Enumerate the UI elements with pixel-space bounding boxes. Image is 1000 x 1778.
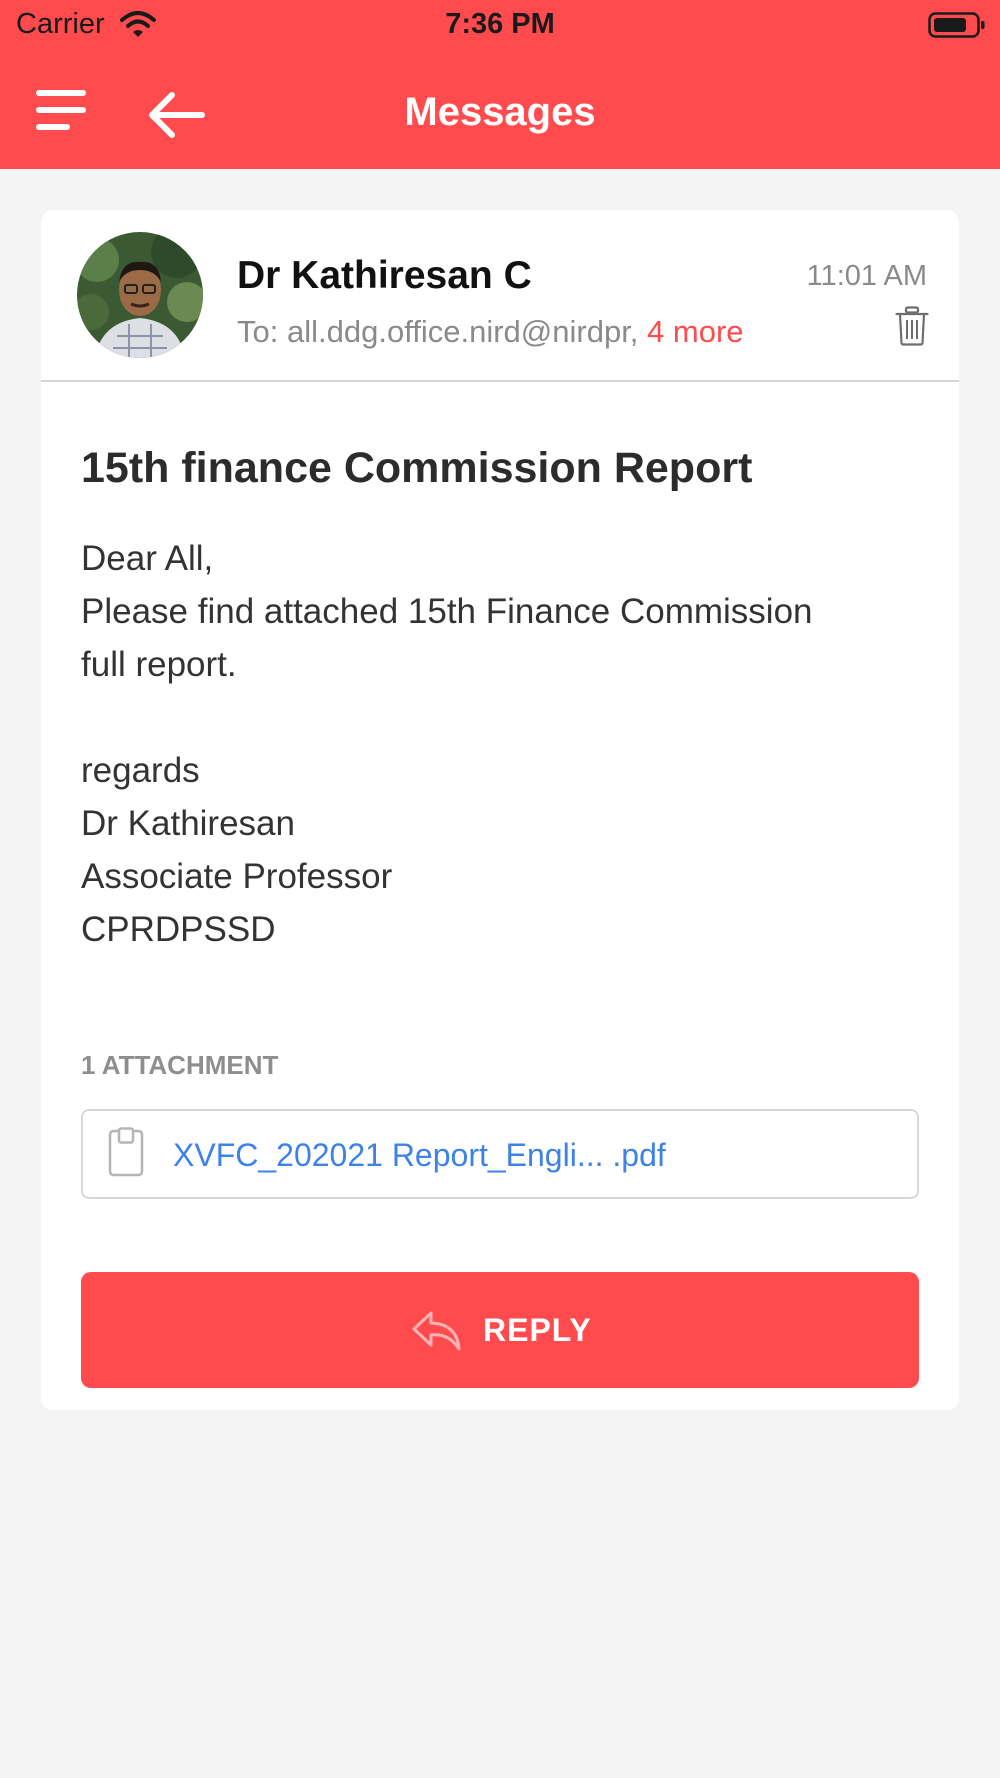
delete-button[interactable] bbox=[895, 306, 929, 346]
message-body: Dear All, Please find attached 15th Fina… bbox=[81, 532, 911, 956]
status-time: 7:36 PM bbox=[445, 8, 555, 40]
page-title: Messages bbox=[404, 90, 596, 134]
more-recipients-link[interactable]: 4 more bbox=[647, 314, 743, 349]
reply-button[interactable]: REPLY bbox=[81, 1272, 919, 1388]
body-line: Associate Professor bbox=[81, 857, 393, 896]
file-icon bbox=[108, 1127, 144, 1177]
battery-icon bbox=[928, 12, 985, 38]
reply-icon bbox=[412, 1311, 461, 1351]
body-line: full report. bbox=[81, 645, 237, 684]
attachment-name: XVFC_202021 Report_Engli... .pdf bbox=[173, 1137, 666, 1173]
body-line: Dear All, bbox=[81, 539, 214, 578]
body-line: Please find attached 15th Finance Commis… bbox=[81, 592, 813, 631]
message-time: 11:01 AM bbox=[806, 260, 927, 292]
reply-label: REPLY bbox=[483, 1312, 592, 1348]
message-subject: 15th finance Commission Report bbox=[81, 444, 753, 492]
sender-name: Dr Kathiresan C bbox=[237, 254, 532, 297]
to-address: all.ddg.office.nird@nirdpr, bbox=[286, 314, 639, 349]
body-line: CPRDPSSD bbox=[81, 910, 276, 949]
body-line: Dr Kathiresan bbox=[81, 804, 295, 843]
to-label: To: bbox=[237, 314, 279, 349]
trash-icon bbox=[895, 306, 929, 346]
app-header: Carrier 7:36 PM Messages bbox=[0, 0, 1000, 169]
attachment-item[interactable]: XVFC_202021 Report_Engli... .pdf bbox=[81, 1109, 919, 1199]
body-line: regards bbox=[81, 751, 200, 790]
status-bar: Carrier 7:36 PM bbox=[0, 0, 1000, 50]
sender-avatar bbox=[77, 232, 203, 358]
message-card: Dr Kathiresan C To: all.ddg.office.nird@… bbox=[41, 210, 959, 1410]
header-divider bbox=[41, 380, 959, 382]
attachments-label: 1 ATTACHMENT bbox=[81, 1050, 279, 1080]
avatar-image bbox=[77, 232, 203, 358]
recipients-line: To: all.ddg.office.nird@nirdpr, 4 more bbox=[237, 314, 744, 350]
